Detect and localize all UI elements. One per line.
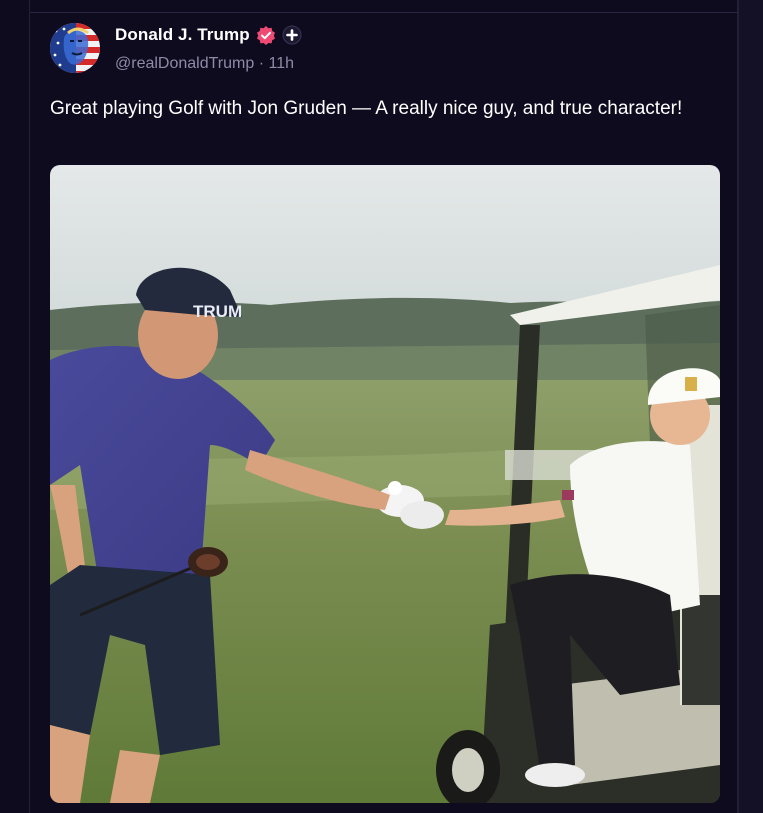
app-page: Donald J. Trump @realDonaldTrump · 11h G… xyxy=(0,0,763,813)
author-meta-row: @realDonaldTrump · 11h xyxy=(115,55,294,73)
hat-text: TRUM xyxy=(193,302,242,321)
post-media-photo[interactable]: TRUM xyxy=(50,165,720,803)
author-handle[interactable]: @realDonaldTrump xyxy=(115,55,254,72)
meta-separator: · xyxy=(258,55,265,72)
divider xyxy=(30,12,737,13)
verified-badge-icon xyxy=(256,25,276,45)
avatar-flag-portrait-icon xyxy=(50,23,100,73)
avatar[interactable] xyxy=(50,23,100,73)
post-text: Great playing Golf with Jon Gruden — A r… xyxy=(50,98,683,119)
post-timestamp[interactable]: 11h xyxy=(269,55,295,72)
author-name-row: Donald J. Trump xyxy=(115,24,302,46)
author-display-name[interactable]: Donald J. Trump xyxy=(115,25,250,45)
golf-photo-image: TRUM xyxy=(50,165,720,803)
feed-column: Donald J. Trump @realDonaldTrump · 11h G… xyxy=(29,0,738,813)
plus-badge-icon xyxy=(282,25,302,45)
right-sidebar-rail xyxy=(738,0,763,813)
